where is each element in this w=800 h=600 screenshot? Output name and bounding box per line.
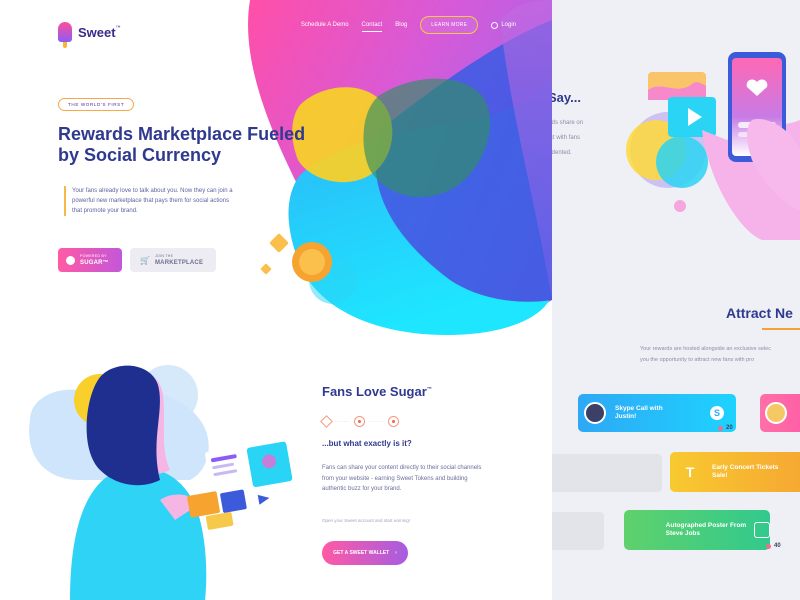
nav-contact[interactable]: Contact	[361, 19, 383, 32]
page-title: Rewards Marketplace Fueled by Social Cur…	[58, 124, 306, 165]
fans-title-text: Fans Love Sugar	[322, 384, 427, 399]
heading-underline	[762, 328, 800, 330]
fans-title-tm: ™	[426, 386, 432, 393]
dots-separator: ·····	[335, 418, 350, 425]
avatar	[765, 402, 787, 424]
reward-card-skype[interactable]: Skype Call with Justin! S	[578, 394, 736, 432]
page: Sweet ™ Schedule A Demo Contact Blog LEA…	[0, 0, 800, 600]
fans-icon-row: ····· ·····	[320, 415, 399, 428]
reward-card-poster[interactable]: Autographed Poster From Steve Jobs	[624, 510, 770, 550]
reward-card-concert[interactable]: T Early Concert Tickets Sale!	[670, 452, 800, 492]
hero-blob-art	[29, 0, 552, 600]
placeholder-card-2	[552, 512, 604, 550]
coin-icon	[354, 416, 365, 427]
sugar-icon	[66, 255, 75, 265]
hero-description: Your fans already love to talk about you…	[64, 186, 239, 216]
brand-trademark: ™	[115, 25, 121, 31]
heart-icon	[718, 425, 723, 431]
girl-illustration	[29, 365, 293, 600]
popsicle-icon	[58, 22, 72, 48]
chevron-right-icon: ›	[395, 550, 397, 556]
powered-by-sugar-button[interactable]: POWERED BY SUGAR™	[58, 248, 122, 272]
fans-hint: Open your Sweet account and start earnin…	[322, 518, 411, 523]
btn-market-small: JOIN THE	[154, 254, 174, 258]
learn-more-button[interactable]: LEARN MORE	[420, 16, 479, 34]
landing-panel: Sweet ™ Schedule A Demo Contact Blog LEA…	[0, 0, 552, 600]
nav-blog[interactable]: Blog	[395, 19, 407, 31]
nav-schedule-demo[interactable]: Schedule A Demo	[301, 19, 349, 31]
signature-icon	[754, 522, 770, 538]
avatar	[584, 402, 606, 424]
card-title: Autographed Poster From Steve Jobs	[665, 522, 747, 537]
preview-panel: Say... friends share on nnect with fans …	[552, 0, 800, 600]
card-title: Skype Call with Justin!	[615, 405, 663, 420]
poster-count: 40	[766, 543, 781, 549]
skype-count: 20	[718, 425, 733, 431]
attract-paragraph: Your rewards are hosted alongside an exc…	[640, 344, 800, 366]
dots-separator-2: ·····	[369, 418, 384, 425]
brand-logo[interactable]: Sweet ™	[58, 22, 121, 48]
login-label: Login	[501, 22, 516, 28]
login-link[interactable]: Login	[491, 21, 516, 29]
card-title: Early Concert Tickets Sale!	[712, 464, 779, 479]
user-icon	[491, 21, 499, 29]
wallet-label: GET A SWEET WALLET	[333, 550, 390, 556]
say-text-body: friends share on nnect with fans receden…	[552, 120, 584, 156]
heart-icon	[766, 543, 771, 549]
attract-heading: Attract Ne	[726, 305, 793, 321]
worlds-first-badge: THE WORLD'S FIRST	[58, 98, 135, 111]
btn-sugar-label: SUGAR™	[80, 260, 109, 266]
diamond-token	[269, 233, 289, 253]
small-diamond	[260, 263, 272, 275]
brand-name: Sweet	[78, 24, 116, 40]
cart-icon: 🛒	[140, 255, 150, 265]
fans-subheading: ...but what exactly is it?	[322, 439, 412, 448]
btn-market-label: MARKETPLACE	[154, 260, 204, 266]
fans-title: Fans Love Sugar™	[322, 384, 432, 399]
btn-sugar-small: POWERED BY	[80, 254, 107, 258]
reward-card-partial[interactable]	[760, 394, 800, 432]
top-nav: Schedule A Demo Contact Blog LEARN MORE …	[301, 16, 516, 34]
sugar-token-inner	[299, 249, 325, 275]
skype-icon: S	[710, 406, 724, 420]
heart-icon	[388, 416, 399, 427]
fans-body: Fans can share your content directly to …	[322, 465, 482, 492]
count-value: 20	[726, 425, 733, 431]
join-marketplace-button[interactable]: 🛒 JOIN THE MARKETPLACE	[130, 248, 216, 272]
count-value: 40	[774, 543, 781, 549]
apple-icon	[636, 520, 656, 540]
say-text: friends share on nnect with fans receden…	[552, 116, 650, 161]
get-wallet-button[interactable]: GET A SWEET WALLET ›	[322, 541, 408, 565]
say-heading: Say...	[552, 90, 582, 105]
placeholder-card	[552, 454, 662, 492]
diamond-icon	[320, 415, 333, 428]
tesla-icon: T	[685, 464, 695, 480]
attract-paragraph-text: Your rewards are hosted alongside an exc…	[640, 346, 771, 363]
